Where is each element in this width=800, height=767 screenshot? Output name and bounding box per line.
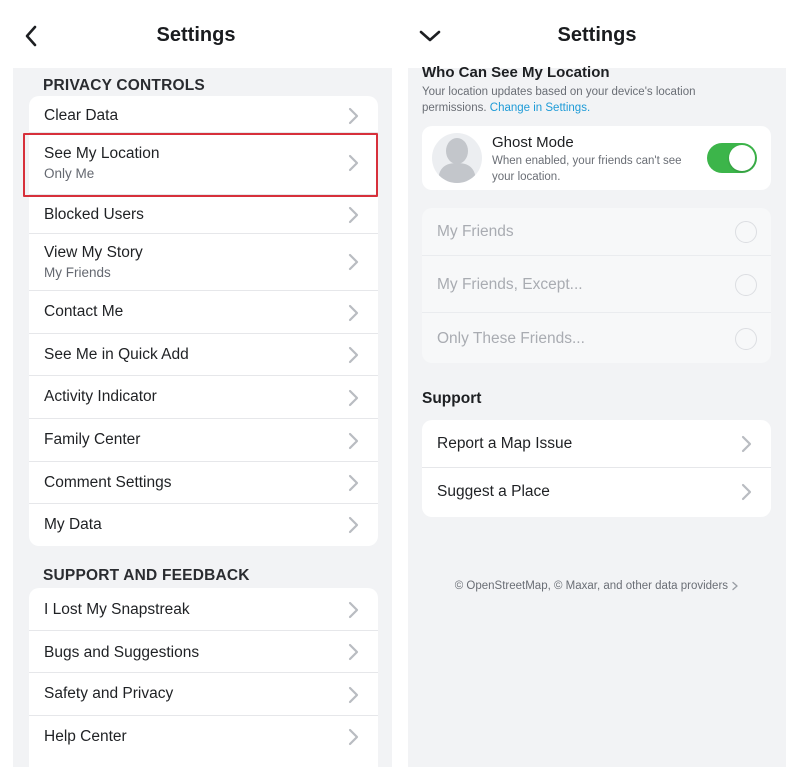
- ghost-mode-card: Ghost Mode When enabled, your friends ca…: [422, 126, 771, 190]
- list-item-label: Comment Settings: [44, 474, 172, 491]
- avatar: [432, 133, 482, 183]
- change-in-settings-link[interactable]: Change in Settings.: [490, 102, 590, 114]
- option-label: My Friends, Except...: [437, 276, 583, 293]
- list-item-label: Clear Data: [44, 107, 119, 124]
- list-item-label: Activity Indicator: [44, 388, 157, 405]
- right-settings-panel: Settings Who Can See My Location Your lo…: [408, 0, 786, 767]
- list-item-bugs-suggestions[interactable]: Bugs and Suggestions: [29, 631, 378, 673]
- highlight-box: [23, 133, 378, 197]
- list-item-label: Help Center: [44, 728, 127, 745]
- privacy-controls-title: PRIVACY CONTROLS: [43, 77, 205, 94]
- list-item-my-data[interactable]: My Data: [29, 504, 378, 546]
- list-item-report-map-issue[interactable]: Report a Map Issue: [422, 420, 771, 468]
- list-item-view-my-story[interactable]: View My Story My Friends: [29, 234, 378, 291]
- ghost-mode-toggle[interactable]: [707, 143, 757, 173]
- chevron-right-icon: [739, 482, 753, 502]
- page-title: Settings: [557, 24, 637, 46]
- list-item-label: View My Story: [44, 244, 143, 261]
- support-feedback-list: I Lost My Snapstreak Bugs and Suggestion…: [29, 588, 378, 767]
- radio-button[interactable]: [735, 274, 757, 296]
- option-my-friends[interactable]: My Friends: [422, 208, 771, 256]
- list-item-value: My Friends: [44, 265, 111, 280]
- list-item-safety-privacy[interactable]: Safety and Privacy: [29, 673, 378, 716]
- radio-button[interactable]: [735, 328, 757, 350]
- chevron-right-icon: [346, 727, 360, 747]
- toggle-knob: [729, 145, 755, 171]
- list-item-family-center[interactable]: Family Center: [29, 419, 378, 462]
- right-header: Settings: [408, 0, 786, 68]
- chevron-right-icon: [346, 642, 360, 662]
- chevron-right-icon: [739, 434, 753, 454]
- chevron-right-icon: [346, 205, 360, 225]
- list-item-see-me-in-quick-add[interactable]: See Me in Quick Add: [29, 334, 378, 376]
- list-item-label: Safety and Privacy: [44, 685, 174, 702]
- option-label: My Friends: [437, 223, 514, 240]
- list-item-lost-snapstreak[interactable]: I Lost My Snapstreak: [29, 588, 378, 631]
- list-item-label: Contact Me: [44, 303, 124, 320]
- list-item-label: Report a Map Issue: [437, 435, 573, 452]
- page-title: Settings: [156, 24, 236, 46]
- list-item-help-center[interactable]: Help Center: [29, 716, 378, 767]
- list-item-label: Suggest a Place: [437, 483, 550, 500]
- list-item-activity-indicator[interactable]: Activity Indicator: [29, 376, 378, 419]
- chevron-right-icon: [346, 685, 360, 705]
- chevron-right-icon: [346, 515, 360, 535]
- list-item-comment-settings[interactable]: Comment Settings: [29, 462, 378, 504]
- list-item-label: I Lost My Snapstreak: [44, 601, 190, 618]
- support-feedback-title: SUPPORT AND FEEDBACK: [43, 567, 250, 584]
- list-item-label: See Me in Quick Add: [44, 346, 189, 363]
- ghost-mode-title: Ghost Mode: [492, 134, 574, 151]
- chevron-right-icon: [346, 252, 360, 272]
- list-item-clear-data[interactable]: Clear Data: [29, 96, 378, 133]
- ghost-mode-description: When enabled, your friends can't see you…: [492, 155, 682, 183]
- list-item-label: Blocked Users: [44, 206, 144, 223]
- map-attribution-link[interactable]: © OpenStreetMap, © Maxar, and other data…: [408, 580, 786, 592]
- list-item-blocked-users[interactable]: Blocked Users: [29, 195, 378, 234]
- chevron-right-icon: [346, 106, 360, 126]
- list-item-label: Family Center: [44, 431, 141, 448]
- list-item-suggest-place[interactable]: Suggest a Place: [422, 468, 771, 517]
- list-item-contact-me[interactable]: Contact Me: [29, 291, 378, 334]
- chevron-right-icon: [346, 600, 360, 620]
- chevron-right-icon: [346, 388, 360, 408]
- support-list: Report a Map Issue Suggest a Place: [422, 420, 771, 517]
- location-description: Your location updates based on your devi…: [422, 85, 722, 116]
- location-visibility-options: My Friends My Friends, Except... Only Th…: [422, 208, 771, 363]
- chevron-right-icon: [731, 580, 739, 592]
- left-settings-panel: Settings PRIVACY CONTROLS Clear Data See…: [0, 0, 392, 767]
- list-item-label: My Data: [44, 516, 102, 533]
- option-my-friends-except[interactable]: My Friends, Except...: [422, 256, 771, 313]
- option-only-these-friends[interactable]: Only These Friends...: [422, 313, 771, 363]
- attribution-text: © OpenStreetMap, © Maxar, and other data…: [454, 580, 729, 592]
- chevron-right-icon: [346, 303, 360, 323]
- radio-button[interactable]: [735, 221, 757, 243]
- chevron-right-icon: [346, 431, 360, 451]
- option-label: Only These Friends...: [437, 330, 585, 347]
- left-header: Settings: [0, 0, 392, 68]
- list-item-label: Bugs and Suggestions: [44, 644, 200, 661]
- support-section-title: Support: [422, 390, 482, 407]
- chevron-right-icon: [346, 345, 360, 365]
- chevron-right-icon: [346, 473, 360, 493]
- location-section-heading: Who Can See My Location: [422, 64, 610, 81]
